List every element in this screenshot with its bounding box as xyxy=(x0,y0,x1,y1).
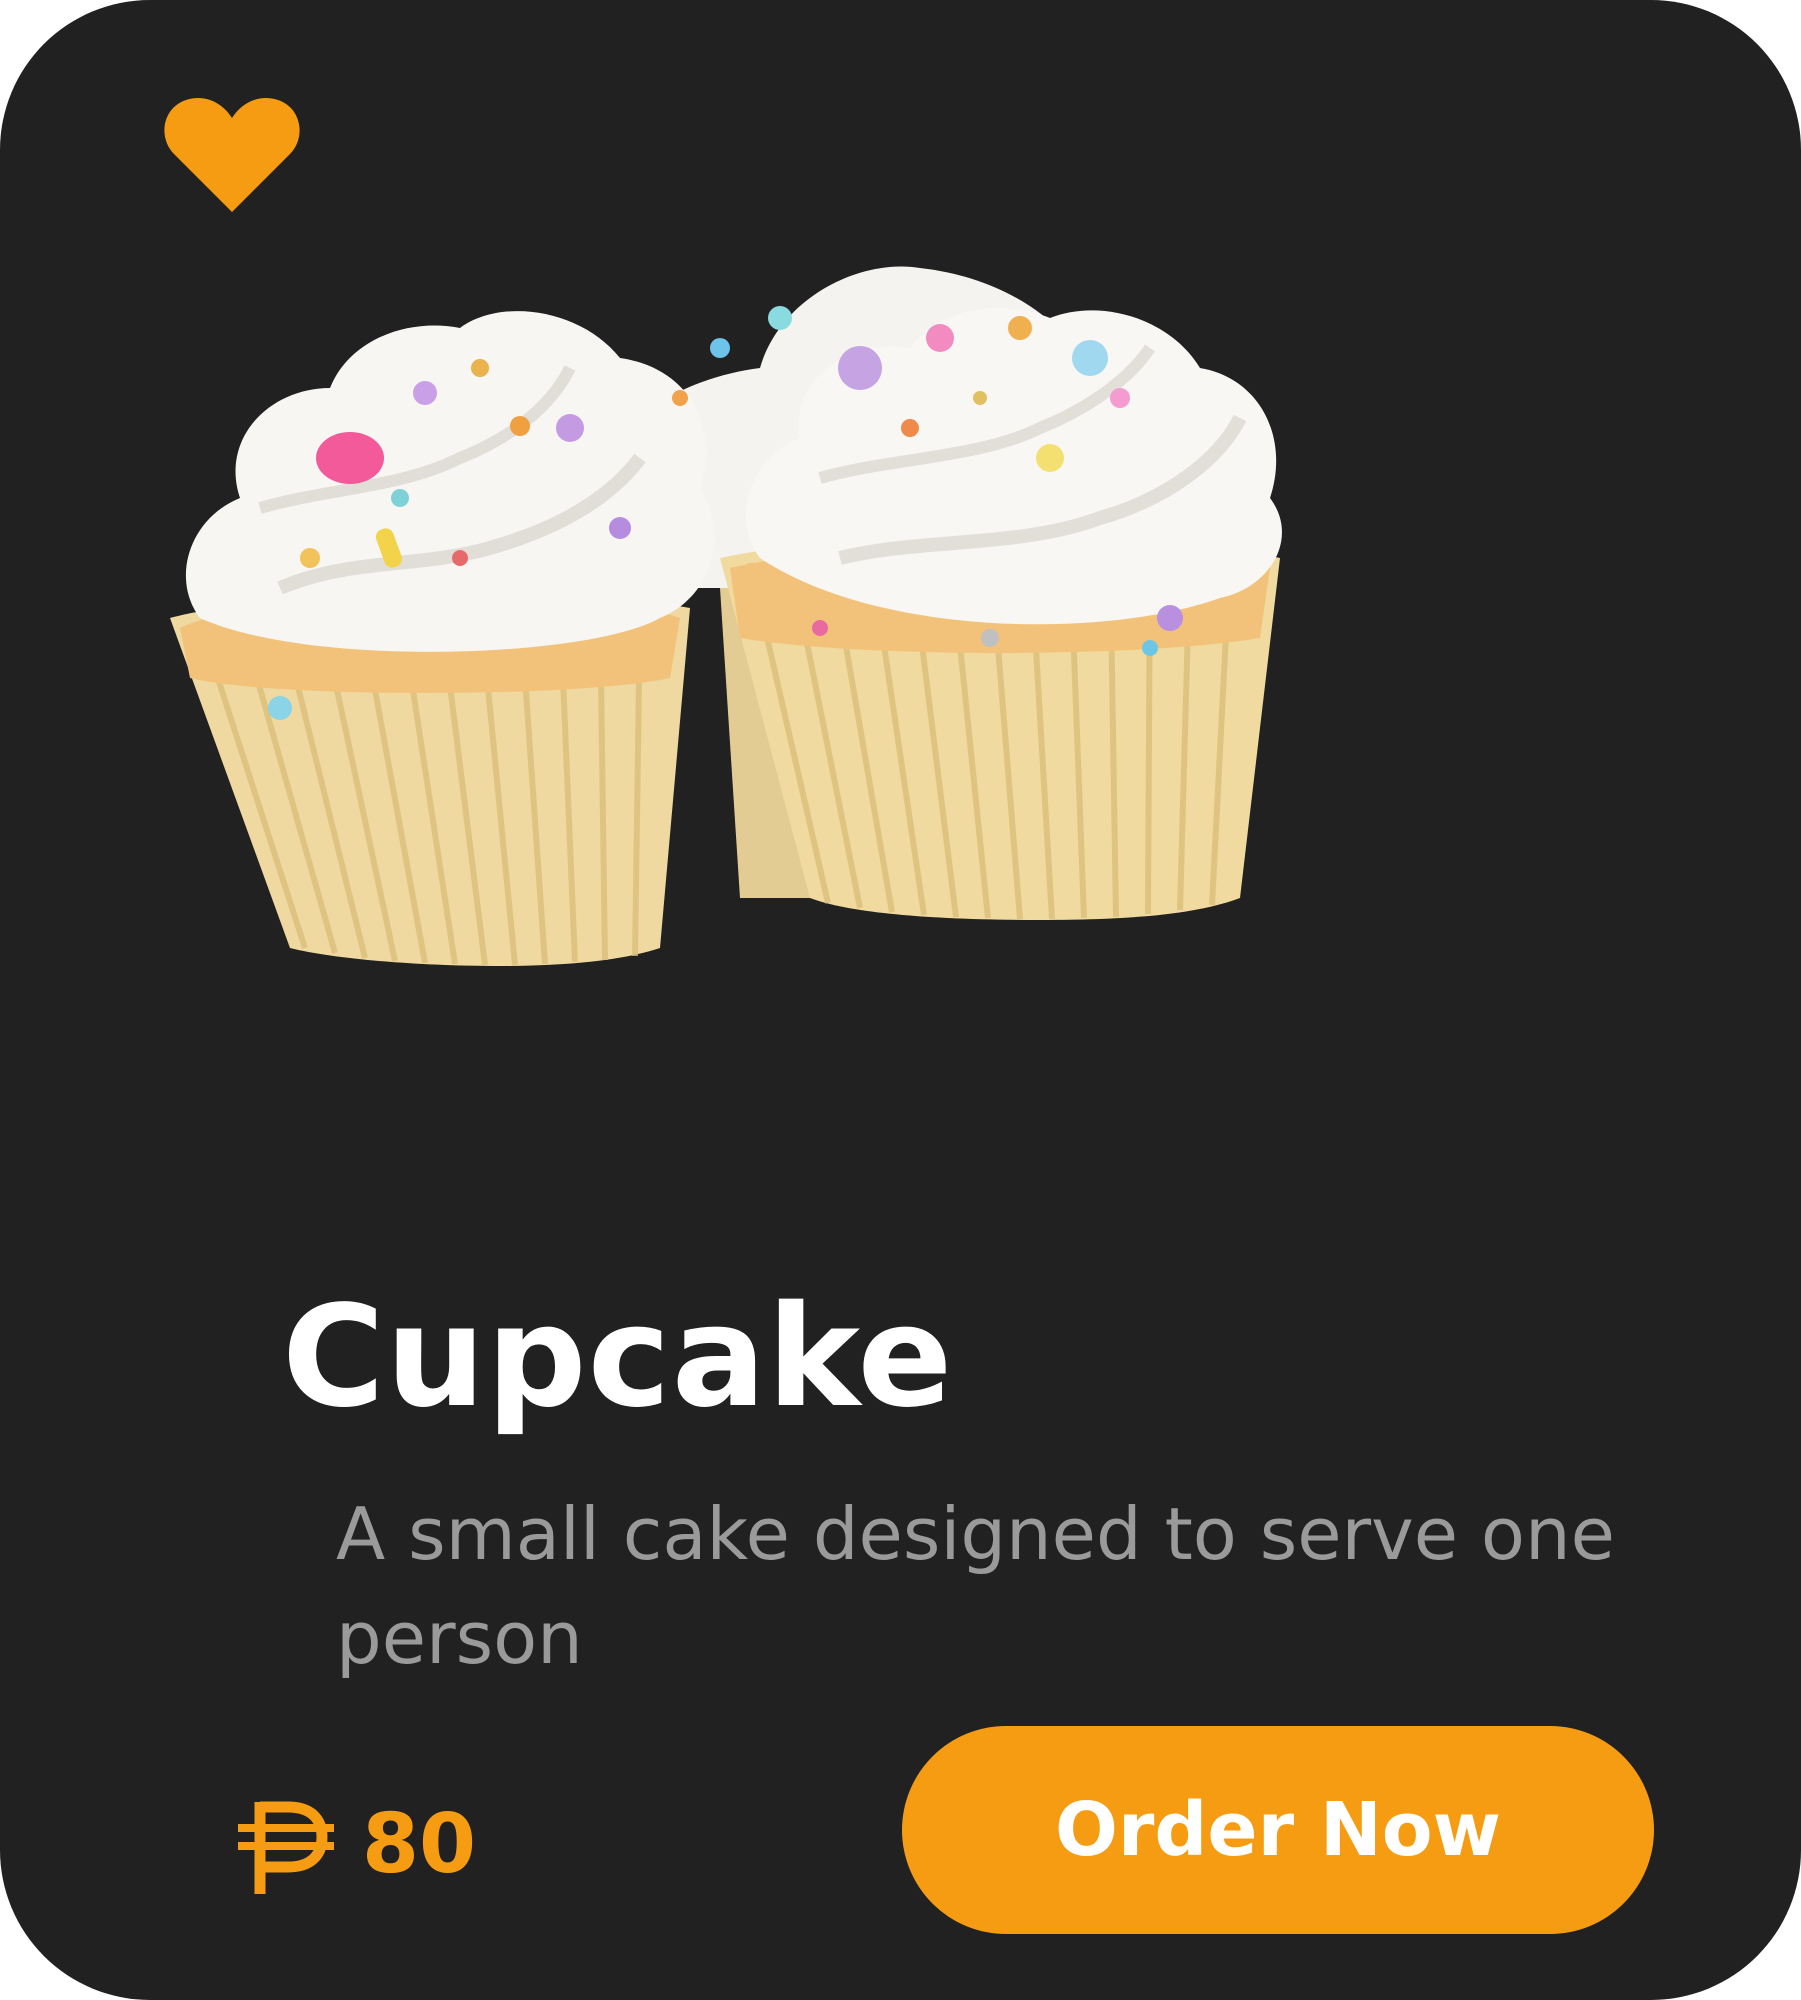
heart-icon[interactable] xyxy=(164,96,300,214)
product-title: Cupcake xyxy=(282,1276,954,1439)
price-value: 80 xyxy=(362,1797,477,1892)
peso-sign-icon xyxy=(238,1801,334,1894)
price: 80 xyxy=(230,1790,476,1900)
product-description: A small cake designed to serve one perso… xyxy=(336,1492,1615,1680)
order-now-button[interactable]: Order Now xyxy=(902,1726,1654,1934)
product-card: Cupcake A small cake designed to serve o… xyxy=(0,0,1801,2000)
cupcakes-photo xyxy=(170,266,1282,966)
